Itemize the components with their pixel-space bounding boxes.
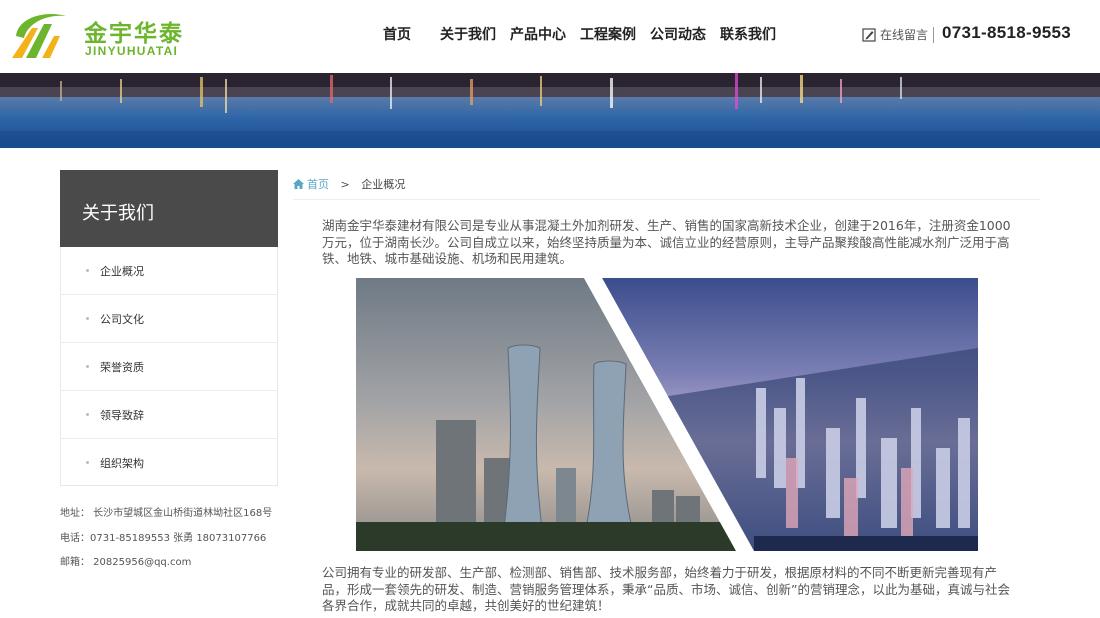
breadcrumb-home-label: 首页 xyxy=(307,178,329,191)
bullet-icon xyxy=(86,365,89,368)
banner-scene xyxy=(0,73,1100,148)
sidebar-menu: 企业概况 公司文化 荣誉资质 领导致辞 组织架构 xyxy=(60,247,278,486)
sidebar-item-culture[interactable]: 公司文化 xyxy=(61,295,277,343)
breadcrumb-current: 企业概况 xyxy=(361,178,406,191)
nav-item-cases[interactable]: 工程案例 xyxy=(580,24,636,44)
sidebar-item-label: 荣誉资质 xyxy=(100,361,144,374)
site-header: 金宇华泰 JINYUHUATAI 首页 关于我们 产品中心 工程案例 公司动态 … xyxy=(0,0,1100,73)
breadcrumb-home-link[interactable]: 首页 xyxy=(293,178,333,191)
nav-item-home[interactable]: 首页 xyxy=(383,24,411,44)
logo[interactable]: 金宇华泰 JINYUHUATAI xyxy=(8,8,183,64)
nav-item-news[interactable]: 公司动态 xyxy=(650,24,706,44)
contact-phone: 电话：0731-85189553 张勇 18073107766 xyxy=(60,533,267,544)
header-phone: 0731-8518-9553 xyxy=(942,23,1071,42)
sidebar-item-label: 公司文化 xyxy=(100,313,144,326)
online-message-link[interactable]: 在线留言 xyxy=(862,26,928,43)
edit-icon xyxy=(862,28,876,42)
contact-email: 邮箱： 20825956@qq.com xyxy=(60,557,192,568)
sidebar-item-honors[interactable]: 荣誉资质 xyxy=(61,343,277,391)
banner-image xyxy=(0,73,1100,148)
contact-address: 地址： 长沙市望城区金山桥街道林坳社区168号 xyxy=(60,508,273,519)
sidebar-item-label: 企业概况 xyxy=(100,265,144,278)
bullet-icon xyxy=(86,413,89,416)
brand-name-en: JINYUHUATAI xyxy=(85,44,179,58)
brand-name-cn: 金宇华泰 xyxy=(84,21,184,47)
bullet-icon xyxy=(86,461,89,464)
intro-paragraph: 湖南金宇华泰建材有限公司是专业从事混凝土外加剂研发、生产、销售的国家高新技术企业… xyxy=(322,218,1011,266)
nav-item-contact[interactable]: 联系我们 xyxy=(720,24,776,44)
breadcrumb-separator: > xyxy=(340,178,350,191)
photo-collage xyxy=(356,278,978,551)
company-photo xyxy=(356,278,978,551)
sidebar-title: 关于我们 xyxy=(82,203,154,224)
sidebar-item-structure[interactable]: 组织架构 xyxy=(61,439,277,486)
sidebar-item-label: 领导致辞 xyxy=(100,409,144,422)
logo-mark-icon xyxy=(12,14,66,58)
bullet-icon xyxy=(86,317,89,320)
sidebar-item-leadership[interactable]: 领导致辞 xyxy=(61,391,277,439)
nav-item-products[interactable]: 产品中心 xyxy=(510,24,566,44)
sidebar-item-overview[interactable]: 企业概况 xyxy=(61,247,277,295)
breadcrumb-divider xyxy=(293,199,1040,200)
nav-item-about[interactable]: 关于我们 xyxy=(440,24,496,44)
breadcrumb: 首页 > 企业概况 xyxy=(293,176,405,192)
home-icon xyxy=(293,179,304,189)
detail-paragraph: 公司拥有专业的研发部、生产部、检测部、销售部、技术服务部，始终着力于研发，根据原… xyxy=(322,565,1010,613)
bullet-icon xyxy=(86,269,89,272)
sidebar-header: 关于我们 xyxy=(60,170,278,247)
online-message-label: 在线留言 xyxy=(880,28,929,42)
header-divider xyxy=(933,27,934,43)
sidebar-item-label: 组织架构 xyxy=(100,457,144,470)
